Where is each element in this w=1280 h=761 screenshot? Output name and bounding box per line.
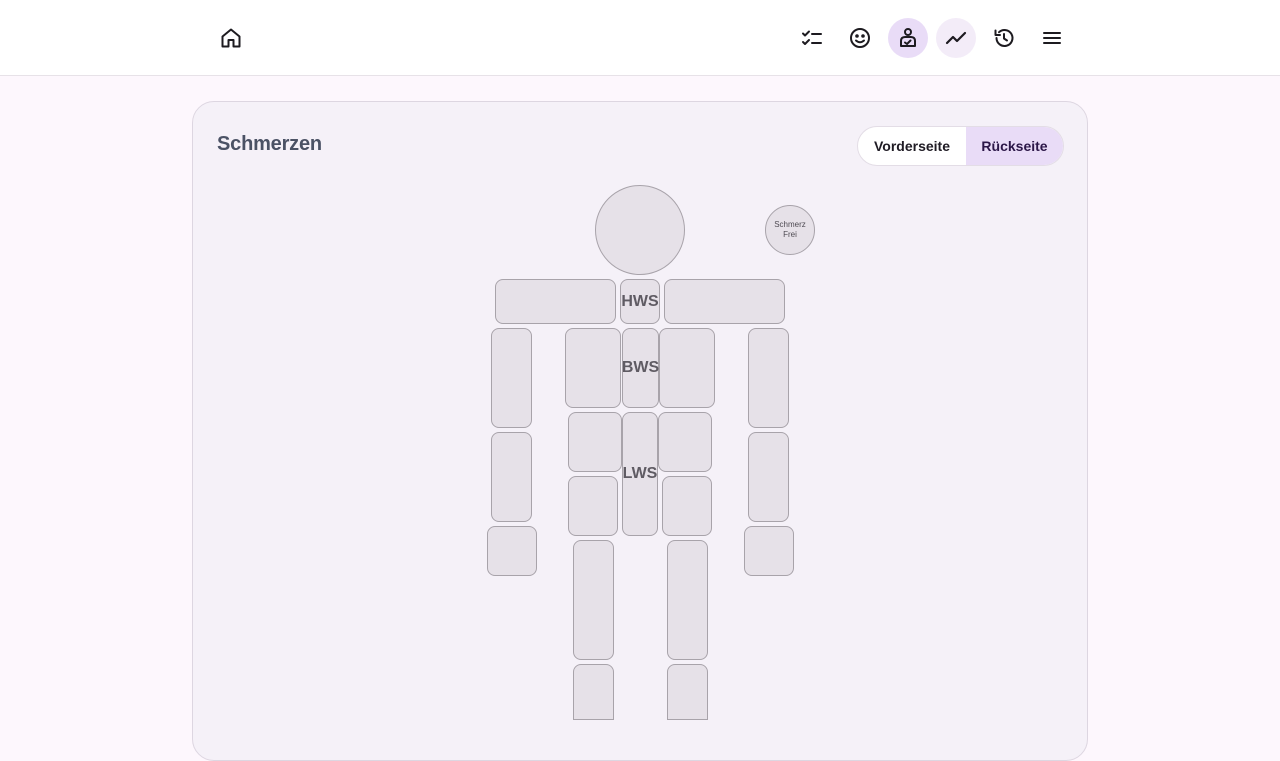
body-part-lws[interactable]: LWS bbox=[622, 412, 658, 536]
body-part-bws[interactable]: BWS bbox=[622, 328, 659, 408]
tasks-button[interactable] bbox=[792, 18, 832, 58]
body-part-right-hand[interactable] bbox=[744, 526, 794, 576]
card-title: Schmerzen bbox=[217, 133, 322, 155]
body-part-left-upper-back[interactable] bbox=[565, 328, 621, 408]
body-part-hws[interactable]: HWS bbox=[620, 279, 660, 324]
top-navigation-bar bbox=[0, 0, 1280, 76]
body-part-left-lower-leg[interactable] bbox=[573, 664, 614, 720]
body-part-left-forearm[interactable] bbox=[491, 432, 532, 522]
body-part-left-upper-arm[interactable] bbox=[491, 328, 532, 428]
body-part-left-hand[interactable] bbox=[487, 526, 537, 576]
side-toggle: Vorderseite Rückseite bbox=[857, 126, 1064, 166]
back-side-button[interactable]: Rückseite bbox=[966, 127, 1063, 165]
menu-icon bbox=[1043, 32, 1061, 44]
menu-button[interactable] bbox=[1032, 18, 1072, 58]
history-icon bbox=[994, 29, 1014, 47]
no-pain-button[interactable]: Schmerz Frei bbox=[765, 205, 815, 255]
body-part-right-lower-back[interactable] bbox=[658, 412, 712, 472]
trend-icon bbox=[945, 31, 967, 45]
body-part-right-upper-arm[interactable] bbox=[748, 328, 789, 428]
no-pain-label-line1: Schmerz bbox=[774, 220, 806, 229]
checklist-icon bbox=[802, 30, 822, 45]
smiley-icon bbox=[850, 28, 870, 48]
body-part-right-upper-back[interactable] bbox=[659, 328, 715, 408]
body-part-right-shoulder[interactable] bbox=[664, 279, 785, 324]
body-part-left-buttock[interactable] bbox=[568, 476, 618, 536]
body-part-right-lower-leg[interactable] bbox=[667, 664, 708, 720]
history-button[interactable] bbox=[984, 18, 1024, 58]
home-icon bbox=[221, 28, 241, 48]
front-side-button[interactable]: Vorderseite bbox=[858, 127, 966, 165]
body-part-head[interactable] bbox=[595, 185, 685, 275]
body-part-left-lower-back[interactable] bbox=[568, 412, 622, 472]
body-part-right-thigh[interactable] bbox=[667, 540, 708, 660]
mood-button[interactable] bbox=[840, 18, 880, 58]
home-button[interactable] bbox=[211, 18, 251, 58]
pain-body-button[interactable] bbox=[888, 18, 928, 58]
no-pain-label-line2: Frei bbox=[783, 230, 797, 239]
body-part-right-forearm[interactable] bbox=[748, 432, 789, 522]
body-part-left-thigh[interactable] bbox=[573, 540, 614, 660]
body-part-right-buttock[interactable] bbox=[662, 476, 712, 536]
body-part-left-shoulder[interactable] bbox=[495, 279, 616, 324]
trend-button[interactable] bbox=[936, 18, 976, 58]
body-pain-icon bbox=[900, 28, 916, 47]
